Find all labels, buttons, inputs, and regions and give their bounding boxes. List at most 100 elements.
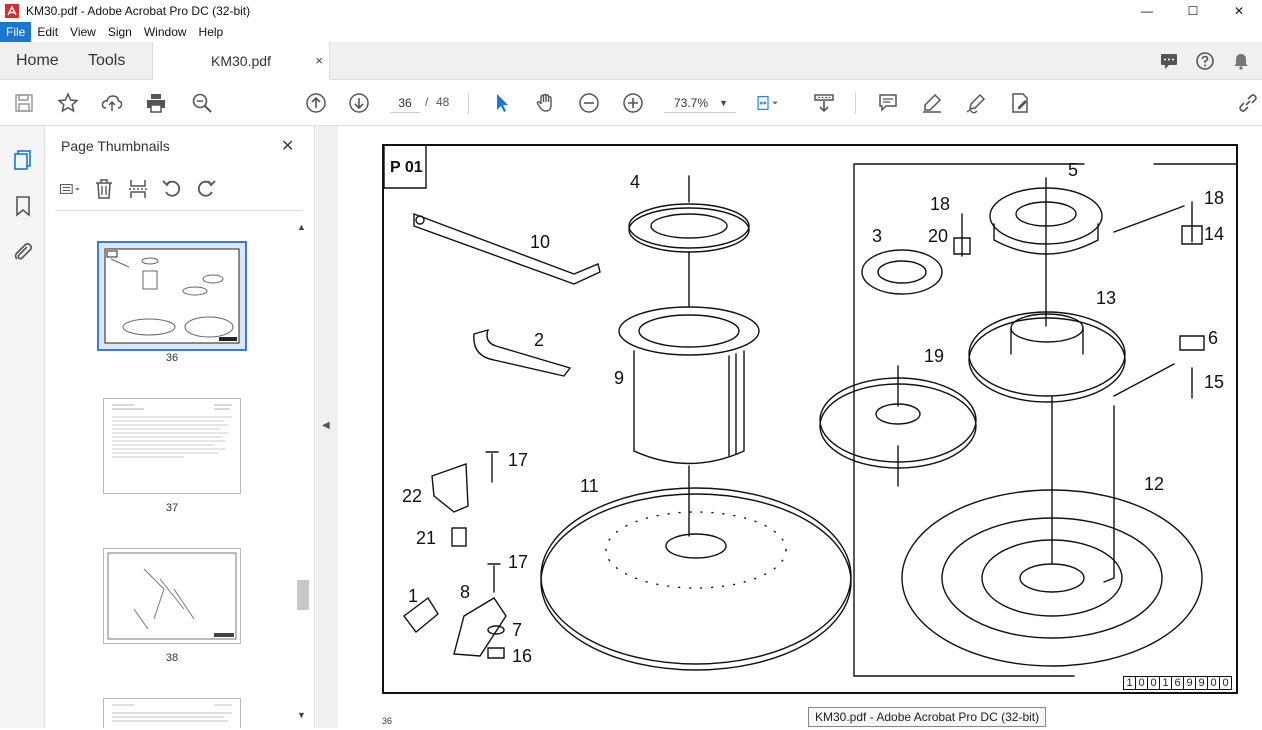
panel-collapse-strip[interactable]: ◀ — [316, 126, 338, 728]
pdf-page: P 01 4 10 2 9 11 17 22 21 17 1 8 7 16 5 … — [382, 144, 1238, 694]
document-tab-label: KM30.pdf — [211, 53, 271, 69]
close-window-button[interactable]: ✕ — [1216, 0, 1262, 22]
page-footer-number: 36 — [382, 716, 393, 726]
tab-document[interactable]: KM30.pdf × — [152, 42, 330, 80]
highlight-pen-icon[interactable] — [920, 91, 944, 115]
tab-tools[interactable]: Tools — [88, 52, 125, 70]
minimize-button[interactable]: — — [1124, 0, 1170, 22]
thumbnail-page-39[interactable] — [103, 698, 241, 728]
collapse-left-arrow-icon[interactable]: ◀ — [322, 420, 330, 431]
comment-bubble-icon[interactable] — [1158, 50, 1180, 72]
previous-page-icon[interactable] — [304, 91, 328, 115]
menu-bar: File Edit View Sign Window Help — [0, 22, 1262, 42]
page-total: 48 — [436, 95, 450, 109]
callout-4: 4 — [630, 172, 641, 192]
menu-help[interactable]: Help — [193, 22, 230, 42]
navigation-rail — [0, 126, 45, 728]
callout-20: 20 — [928, 226, 949, 246]
callout-18: 18 — [1204, 188, 1225, 208]
panel-code-label: P 01 — [390, 159, 423, 176]
rotate-right-icon[interactable] — [195, 178, 217, 200]
part-number-code: 1 0 0 1 6 9 9 0 0 — [1123, 676, 1232, 690]
print-icon[interactable] — [144, 91, 168, 115]
menu-sign[interactable]: Sign — [102, 22, 138, 42]
callout-13: 13 — [1096, 288, 1117, 308]
close-panel-button[interactable]: ✕ — [281, 136, 294, 156]
maximize-button[interactable]: ☐ — [1170, 0, 1216, 22]
fit-page-icon[interactable] — [756, 91, 780, 115]
menu-window[interactable]: Window — [138, 22, 193, 42]
callout-12: 12 — [1144, 474, 1165, 494]
panel-divider — [55, 210, 303, 211]
callout-9: 9 — [614, 368, 625, 388]
save-icon[interactable] — [12, 91, 36, 115]
share-link-icon[interactable] — [1236, 91, 1260, 115]
attachments-paperclip-icon[interactable] — [11, 240, 35, 264]
callout-6: 6 — [1208, 328, 1219, 348]
page-thumbnails-icon[interactable] — [11, 148, 35, 172]
rotate-left-icon[interactable] — [161, 178, 183, 200]
toolbar-divider — [468, 92, 469, 114]
callout-21: 21 — [416, 528, 437, 548]
zoom-level-select[interactable]: 73.7% ▼ — [664, 93, 736, 113]
callout-2: 2 — [534, 330, 545, 350]
thumbnail-37-preview — [112, 404, 232, 458]
window-titlebar: KM30.pdf - Adobe Acrobat Pro DC (32-bit)… — [0, 0, 1262, 22]
callout-7: 7 — [512, 620, 523, 640]
notification-bell-icon[interactable] — [1230, 50, 1252, 72]
zoom-in-icon[interactable] — [621, 91, 645, 115]
select-cursor-icon[interactable] — [490, 91, 514, 115]
help-icon[interactable] — [1194, 50, 1216, 72]
bookmarks-icon[interactable] — [11, 194, 35, 218]
thumbnail-label: 37 — [165, 502, 179, 514]
callout-8: 8 — [460, 582, 471, 602]
acrobat-app-icon — [5, 4, 19, 18]
scrollbar-thumb[interactable] — [297, 580, 309, 610]
thumbnail-page-38[interactable] — [103, 548, 241, 644]
tab-home[interactable]: Home — [16, 52, 59, 70]
sign-pen-icon[interactable] — [964, 91, 988, 115]
bookmark-star-icon[interactable] — [56, 91, 80, 115]
hand-tool-icon[interactable] — [533, 91, 557, 115]
thumbnail-38-preview — [107, 552, 237, 640]
zoom-out-icon[interactable] — [577, 91, 601, 115]
callout-10: 10 — [530, 232, 551, 252]
callout-15: 15 — [1204, 372, 1225, 392]
scroll-mode-icon[interactable] — [812, 91, 836, 115]
main-toolbar: 36 / 48 73.7% ▼ — [0, 80, 1262, 126]
callout-17b: 17 — [508, 552, 529, 572]
panel-title: Page Thumbnails — [61, 138, 170, 154]
thumbnail-options-icon[interactable] — [59, 178, 81, 200]
zoom-level-value: 73.7% — [674, 96, 709, 110]
close-tab-button[interactable]: × — [315, 53, 323, 68]
fill-sign-icon[interactable] — [1008, 91, 1032, 115]
callout-18b: 18 — [930, 194, 951, 214]
page-separator: / — [425, 95, 429, 109]
page-thumbnails-panel: Page Thumbnails ✕ 36 37 38 ▲ ▼ — [45, 126, 315, 728]
page-number-input[interactable]: 36 — [390, 93, 420, 113]
thumbnail-page-36[interactable] — [97, 241, 247, 351]
callout-11: 11 — [580, 476, 599, 496]
comment-icon[interactable] — [876, 91, 900, 115]
panel-scrollbar[interactable]: ▲ ▼ — [295, 222, 309, 722]
menu-edit[interactable]: Edit — [31, 22, 64, 42]
next-page-icon[interactable] — [347, 91, 371, 115]
document-view: P 01 4 10 2 9 11 17 22 21 17 1 8 7 16 5 … — [338, 126, 1262, 728]
scroll-down-arrow-icon[interactable]: ▼ — [297, 710, 306, 720]
zoom-search-icon[interactable] — [190, 91, 214, 115]
thumbnail-page-37[interactable] — [103, 398, 241, 494]
callout-3: 3 — [872, 226, 883, 246]
upload-cloud-icon[interactable] — [100, 91, 124, 115]
extract-pages-icon[interactable] — [127, 178, 149, 200]
chevron-down-icon: ▼ — [719, 98, 728, 108]
taskbar-tooltip: KM30.pdf - Adobe Acrobat Pro DC (32-bit) — [808, 707, 1047, 727]
menu-file[interactable]: File — [0, 22, 32, 42]
parts-diagram — [383, 145, 1237, 677]
menu-view[interactable]: View — [64, 22, 102, 42]
thumbnail-label: 38 — [165, 652, 179, 664]
code-digit: 0 — [1219, 676, 1232, 690]
callout-14: 14 — [1204, 224, 1225, 244]
callout-22: 22 — [402, 486, 423, 506]
delete-trash-icon[interactable] — [93, 178, 115, 200]
scroll-up-arrow-icon[interactable]: ▲ — [297, 222, 306, 232]
